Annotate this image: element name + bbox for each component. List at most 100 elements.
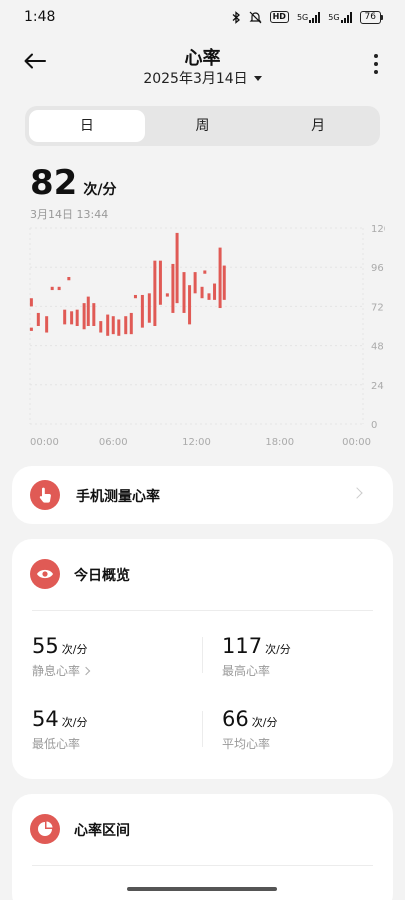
measure-card[interactable]: 手机测量心率 [12,466,393,524]
stat-min: 54 次/分 最低心率 [32,707,87,752]
stat-unit: 次/分 [61,716,88,729]
y-tick-label: 120 [371,224,385,235]
hr-range-bar [129,312,133,335]
hr-range-bar [175,232,179,304]
hd-badge: HD [269,11,289,23]
divider [202,637,203,673]
hr-range-bar [165,293,169,297]
hr-range-bar [140,294,144,328]
battery-icon: 76 [359,10,383,24]
hr-range-bar [67,277,71,281]
measure-label: 手机测量心率 [76,489,160,505]
home-indicator[interactable] [127,887,277,891]
stat-value: 54 [32,707,59,731]
status-time: 1:48 [24,9,56,25]
tab-month[interactable]: 月 [260,110,376,142]
hr-range-bar [200,286,204,299]
hr-range-bar [86,296,90,326]
y-tick-label: 0 [371,420,377,431]
stat-label: 平均心率 [222,737,271,751]
stat-average: 66 次/分 平均心率 [222,707,277,752]
hr-range-bar [117,319,121,336]
hr-range-bar [203,270,207,274]
y-tick-label: 24 [371,381,384,392]
hr-range-bar [29,327,33,331]
hr-range-bar [158,260,162,305]
stat-value: 66 [222,707,249,731]
hr-range-bar [222,265,226,300]
hr-range-bar [45,316,49,333]
page-title: 心率 [184,48,221,69]
tab-week[interactable]: 周 [145,110,261,142]
chevron-right-icon [81,666,91,675]
hr-range-bar [75,309,79,326]
x-tick-label: 12:00 [182,437,211,448]
stat-max: 117 次/分 最高心率 [222,634,291,679]
current-hr-value: 82 [30,163,78,203]
hr-range-bar [213,283,217,300]
hr-range-bar [218,247,222,309]
overview-title: 今日概览 [74,568,130,584]
hr-range-bar [171,263,175,313]
y-tick-label: 48 [371,342,384,353]
heart-rate-chart[interactable]: 12096724824000:0006:0012:0018:0000:00 [25,218,385,448]
date-label: 2025年3月14日 [143,71,248,87]
date-selector[interactable]: 2025年3月14日 [0,68,405,88]
overview-card: 今日概览 55 次/分 静息心率 117 次/分 最高心率 54 次/分 最低心率 6… [12,539,393,779]
stat-label: 静息心率 [32,664,81,678]
divider [32,610,373,611]
stat-unit: 次/分 [251,716,278,729]
hr-range-bar [29,298,33,307]
y-tick-label: 72 [371,302,384,313]
hr-range-bar [50,286,54,291]
signal-icon-2: 5G [328,10,352,24]
hr-range-bar [82,303,86,330]
signal-icon: 5G [297,10,321,24]
current-heart-rate: 82 次/分 [30,163,116,203]
stat-unit: 次/分 [265,643,291,656]
divider [202,711,203,747]
finger-touch-icon [30,480,60,510]
hr-range-bar [124,316,128,335]
caret-down-icon [253,75,262,81]
stat-value: 117 [222,634,263,658]
hr-range-bar [193,272,197,294]
hr-range-bar [63,309,67,325]
status-bar: 1:48 HD 5G 5G 76 [0,0,405,34]
status-icons: HD 5G 5G 76 [232,10,383,24]
hr-range-bar [207,293,211,300]
more-options-button[interactable] [371,54,381,74]
x-tick-label: 00:00 [30,437,59,448]
pie-chart-icon [30,814,60,844]
hr-range-bar [106,314,110,336]
hr-range-bar [147,293,151,323]
period-tabs: 日 周 月 [25,106,380,146]
zone-title: 心率区间 [74,823,130,839]
stat-resting[interactable]: 55 次/分 静息心率 [32,634,91,679]
tab-day[interactable]: 日 [29,110,145,142]
hr-range-bar [188,285,192,325]
hr-range-bar [133,294,137,299]
x-tick-label: 00:00 [342,437,371,448]
hr-range-bar [182,272,186,313]
chevron-right-icon [351,487,363,499]
hr-range-bar [36,312,40,326]
hr-range-bar [111,316,115,335]
hr-range-bar [57,286,61,291]
divider [32,865,373,866]
hr-range-bar [92,303,96,326]
x-tick-label: 18:00 [265,437,294,448]
stat-unit: 次/分 [61,643,88,656]
eye-icon [30,559,60,589]
current-hr-unit: 次/分 [83,182,117,198]
stat-label: 最低心率 [32,737,81,751]
zone-card[interactable]: 心率区间 [12,794,393,900]
hr-range-bar [153,260,157,326]
x-tick-label: 06:00 [99,437,128,448]
hr-range-bar [70,311,74,325]
hr-range-bar [99,321,103,333]
bell-muted-icon [249,10,262,24]
bluetooth-icon [232,10,241,24]
y-tick-label: 96 [371,263,384,274]
header: 心率 2025年3月14日 [0,40,405,90]
